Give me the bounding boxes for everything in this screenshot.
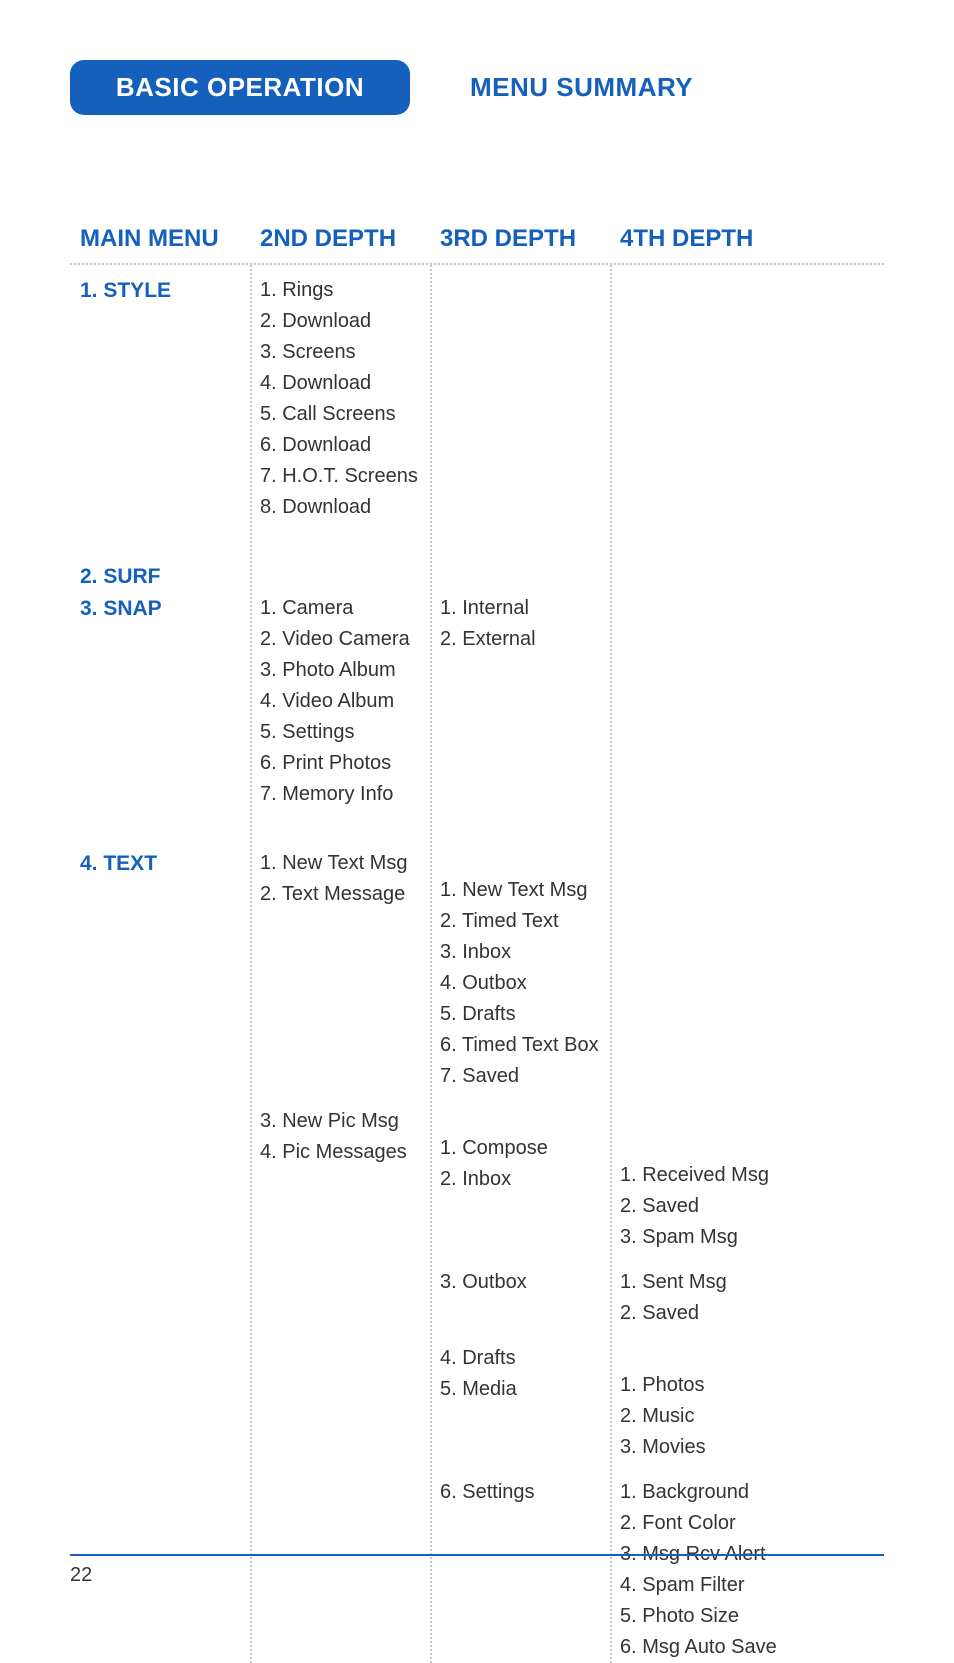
page-number: 22	[70, 1564, 92, 1586]
main-snap: 3. SNAP	[80, 593, 250, 625]
list-item: 6. Timed Text Box	[440, 1030, 610, 1061]
list-item: 7. H.O.T. Screens	[260, 461, 430, 492]
row-snap: 3. SNAP 1. Camera 2. Video Camera 3. Pho…	[70, 593, 884, 810]
list-item: 1. Internal	[440, 593, 610, 624]
col-head-4th: 4TH DEPTH	[610, 225, 884, 253]
list-item: 3. Spam Msg	[620, 1222, 884, 1253]
tab-basic-operation: BASIC OPERATION	[70, 60, 410, 115]
row-text-media: 4. Drafts 5. Media 1. Photos 2. Music 3.…	[70, 1343, 884, 1463]
column-separator	[610, 265, 612, 1663]
list-item: 1. Photos	[620, 1370, 884, 1401]
list-item: 4. Outbox	[440, 968, 610, 999]
row-text-1: 4. TEXT 1. New Text Msg 2. Text Message …	[70, 848, 884, 1092]
col-head-main: MAIN MENU	[70, 225, 250, 253]
list-item: 3. Inbox	[440, 937, 610, 968]
list-item: 2. Music	[620, 1401, 884, 1432]
list-item: 2. Download	[260, 306, 430, 337]
list-item: 7. Memory Info	[260, 779, 430, 810]
row-spacer	[70, 1253, 884, 1267]
column-separator	[250, 265, 252, 1663]
list-item: 6. Msg Auto Save	[620, 1632, 884, 1663]
row-spacer	[70, 1092, 884, 1106]
list-item: 1. Compose	[440, 1133, 610, 1164]
list-item: 4. Download	[260, 368, 430, 399]
column-separator	[430, 265, 432, 1663]
row-surf: 2. SURF	[70, 561, 884, 593]
row-spacer	[70, 523, 884, 561]
list-item: 2. Saved	[620, 1191, 884, 1222]
list-item: 6. Print Photos	[260, 748, 430, 779]
row-text-2: 3. New Pic Msg 4. Pic Messages 1. Compos…	[70, 1106, 884, 1253]
page-header: BASIC OPERATION MENU SUMMARY	[70, 60, 884, 115]
list-item: 3. Photo Album	[260, 655, 430, 686]
list-item: 3. Outbox	[440, 1267, 610, 1298]
list-item: 5. Call Screens	[260, 399, 430, 430]
menu-table: MAIN MENU 2ND DEPTH 3RD DEPTH 4TH DEPTH …	[70, 225, 884, 1663]
list-item: 3. New Pic Msg	[260, 1106, 430, 1137]
list-item: 2. External	[440, 624, 610, 655]
page-footer: 22	[70, 1554, 884, 1587]
list-item: 6. Download	[260, 430, 430, 461]
list-item: 3. Screens	[260, 337, 430, 368]
table-body: 1. STYLE 1. Rings 2. Download 3. Screens…	[70, 265, 884, 1663]
list-item: 2. Timed Text	[440, 906, 610, 937]
row-style: 1. STYLE 1. Rings 2. Download 3. Screens…	[70, 275, 884, 523]
list-item: 5. Settings	[260, 717, 430, 748]
list-item: 2. Inbox	[440, 1164, 610, 1195]
table-header-row: MAIN MENU 2ND DEPTH 3RD DEPTH 4TH DEPTH	[70, 225, 884, 265]
list-item: 1. New Text Msg	[260, 848, 430, 879]
row-spacer	[70, 1463, 884, 1477]
main-text: 4. TEXT	[80, 848, 250, 880]
list-item: 6. Settings	[440, 1477, 610, 1508]
col-head-3rd: 3RD DEPTH	[430, 225, 610, 253]
list-item: 4. Drafts	[440, 1343, 610, 1374]
list-item: 5. Media	[440, 1374, 610, 1405]
list-item: 3. Movies	[620, 1432, 884, 1463]
list-item: 1. Sent Msg	[620, 1267, 884, 1298]
list-item: 5. Drafts	[440, 999, 610, 1030]
main-style: 1. STYLE	[80, 275, 250, 307]
list-item: 1. Camera	[260, 593, 430, 624]
list-item: 2. Font Color	[620, 1508, 884, 1539]
list-item: 1. New Text Msg	[440, 875, 610, 906]
list-item: 2. Saved	[620, 1298, 884, 1329]
list-item: 7. Saved	[440, 1061, 610, 1092]
page: BASIC OPERATION MENU SUMMARY MAIN MENU 2…	[0, 0, 954, 1647]
section-title-menu-summary: MENU SUMMARY	[470, 72, 693, 103]
list-item: 8. Download	[260, 492, 430, 523]
list-item: 1. Background	[620, 1477, 884, 1508]
list-item: 4. Video Album	[260, 686, 430, 717]
list-item: 2. Text Message	[260, 879, 430, 910]
list-item: 2. Video Camera	[260, 624, 430, 655]
list-item: 5. Photo Size	[620, 1601, 884, 1632]
col-head-2nd: 2ND DEPTH	[250, 225, 430, 253]
row-spacer	[70, 810, 884, 848]
list-item: 4. Pic Messages	[260, 1137, 430, 1168]
row-spacer	[70, 1329, 884, 1343]
list-item: 1. Received Msg	[620, 1160, 884, 1191]
main-surf: 2. SURF	[80, 561, 250, 593]
row-text-outbox: 3. Outbox 1. Sent Msg 2. Saved	[70, 1267, 884, 1329]
list-item: 1. Rings	[260, 275, 430, 306]
